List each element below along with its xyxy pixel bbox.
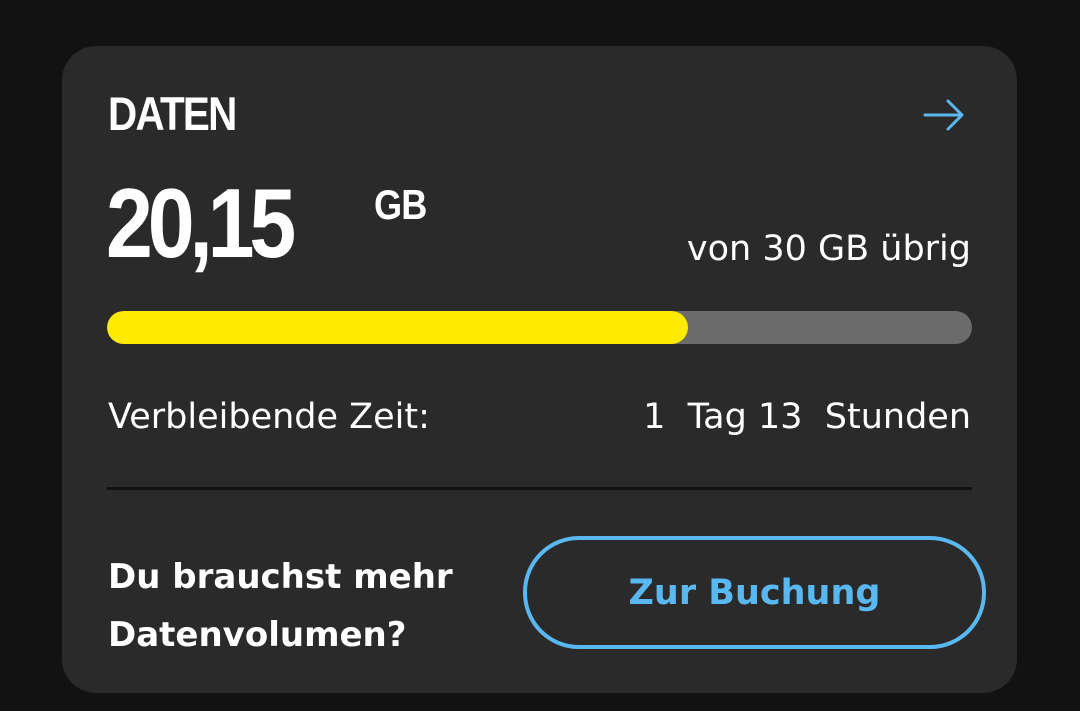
book-more-data-button[interactable]: Zur Buchung xyxy=(523,536,986,649)
data-amount: 20,15 GB xyxy=(106,168,427,278)
remaining-time-value: 1 Tag 13 Stunden xyxy=(643,397,971,437)
promo-text: Du brauchst mehr Datenvolumen? xyxy=(108,548,508,664)
data-progress-bar xyxy=(107,311,972,344)
divider xyxy=(107,487,972,490)
remaining-time-label: Verbleibende Zeit: xyxy=(108,397,430,437)
remaining-of-total: von 30 GB übrig xyxy=(686,229,971,269)
amount-unit: GB xyxy=(374,181,427,228)
data-progress-fill xyxy=(107,311,689,344)
arrow-right-icon[interactable] xyxy=(922,96,966,134)
promo-line-1: Du brauchst mehr xyxy=(108,557,453,597)
promo-line-2: Datenvolumen? xyxy=(108,615,407,655)
data-usage-card: DATEN 20,15 GB von 30 GB übrig Verbleibe… xyxy=(62,46,1017,693)
remaining-amount: 20,15 xyxy=(106,168,296,278)
card-title: DATEN xyxy=(108,87,237,140)
